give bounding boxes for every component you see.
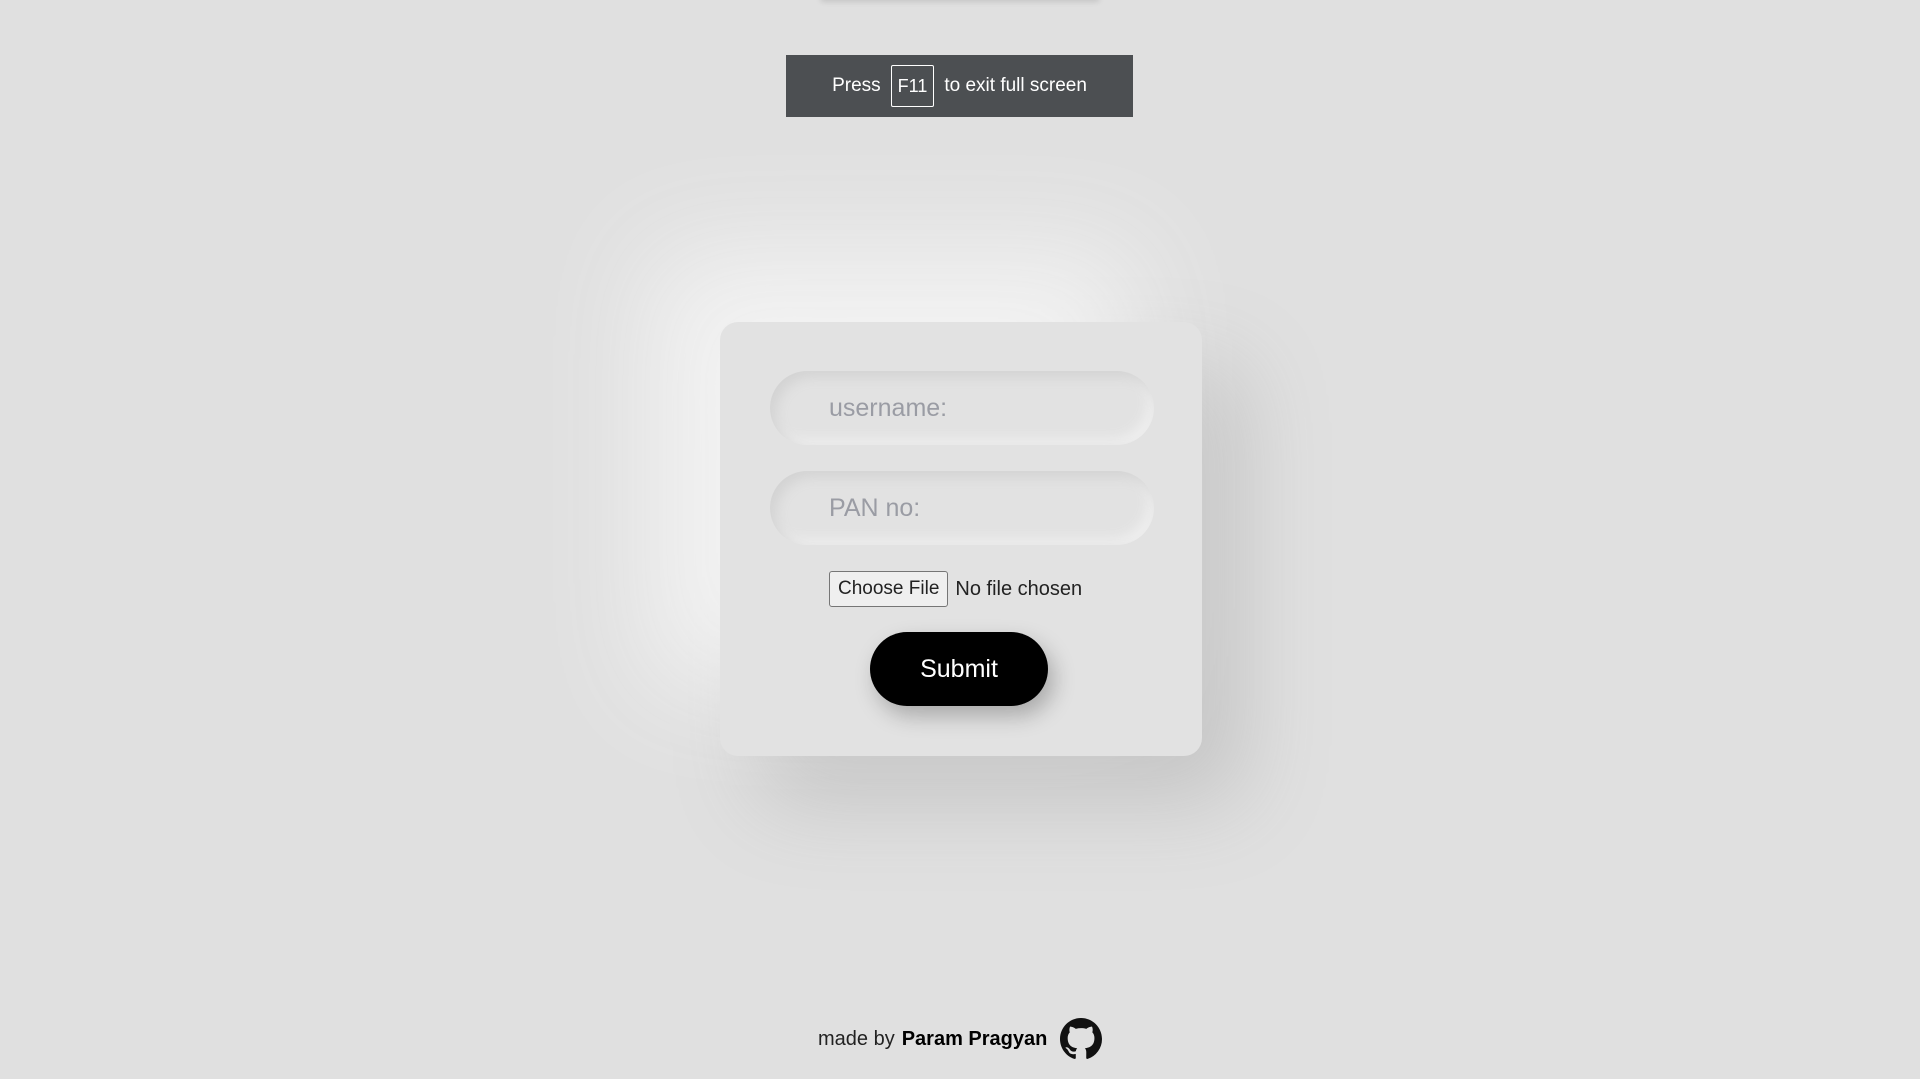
made-by-text: made by [818, 1027, 895, 1050]
submit-button[interactable]: Submit [870, 632, 1048, 706]
pan-input[interactable] [770, 471, 1154, 545]
form-card: Choose File No file chosen Submit [720, 322, 1202, 756]
page: Press F11 to exit full screen Choose Fil… [0, 0, 1920, 1079]
footer: made by Param Pragyan [818, 1017, 1103, 1061]
file-input: Choose File No file chosen [829, 571, 1082, 607]
username-input[interactable] [770, 371, 1154, 445]
file-status: No file chosen [955, 577, 1083, 600]
author-link[interactable]: Param Pragyan [902, 1028, 1048, 1051]
choose-file-button[interactable]: Choose File [829, 571, 949, 607]
fullscreen-notice-prefix: Press [832, 75, 881, 96]
fullscreen-notice: Press F11 to exit full screen [786, 55, 1133, 117]
f11-key: F11 [890, 65, 935, 107]
github-icon[interactable] [1060, 1018, 1103, 1060]
fullscreen-notice-suffix: to exit full screen [944, 75, 1087, 96]
